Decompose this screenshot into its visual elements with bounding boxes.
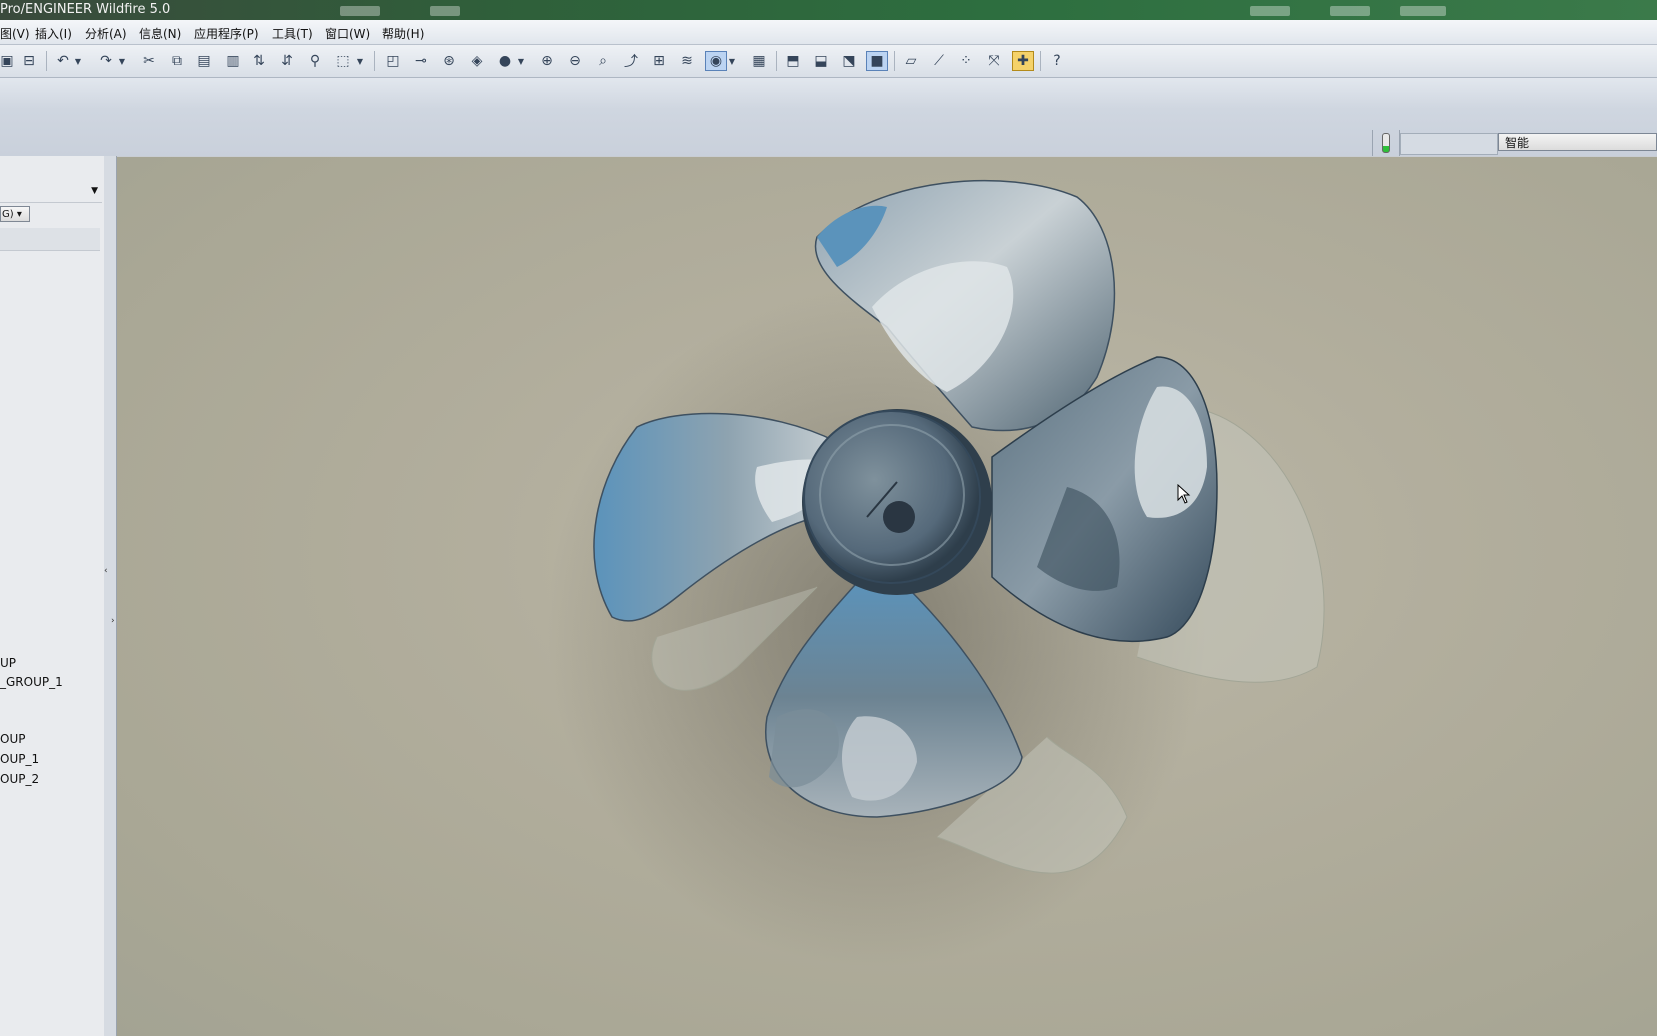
copy-icon[interactable]: ⧉	[166, 51, 188, 71]
toolbar-separator	[776, 51, 777, 71]
tree-item[interactable]: OUP_1	[0, 752, 39, 766]
select-box-icon[interactable]: ⬚	[332, 51, 354, 71]
no-hidden-icon[interactable]: ⬔	[838, 51, 860, 71]
fan-model-render	[547, 179, 1325, 967]
datum-display-icon[interactable]: ◰	[382, 51, 404, 71]
reorient-icon[interactable]: ⤴	[620, 51, 642, 71]
model-tree-header[interactable]: ▼	[0, 184, 102, 203]
menu-window[interactable]: 窗口(W)	[325, 25, 370, 42]
model-tree-toolbar	[0, 228, 100, 251]
toolbar-separator	[46, 51, 47, 71]
menu-insert[interactable]: 插入(I)	[35, 25, 72, 42]
selection-buffer	[1400, 133, 1498, 155]
tree-item[interactable]: _GROUP_1	[0, 675, 63, 689]
open-icon[interactable]: ▣	[0, 51, 18, 71]
find-icon[interactable]: ⚲	[304, 51, 326, 71]
regenerate-icon[interactable]: ⇅	[248, 51, 270, 71]
expand-right-icon[interactable]: ›	[111, 616, 115, 626]
redo-dropdown-icon[interactable]: ▼	[116, 51, 128, 71]
spin-center-icon[interactable]: ✚	[1012, 51, 1034, 71]
taskbar-decoration	[340, 6, 380, 16]
menu-applications[interactable]: 应用程序(P)	[194, 25, 259, 42]
appearance-icon[interactable]: ◉	[705, 51, 727, 71]
paste-icon[interactable]: ▤	[193, 51, 215, 71]
main-toolbar: ▣ ⊟ ↶ ▼ ↷ ▼ ✂ ⧉ ▤ ▥ ⇅ ⇵ ⚲ ⬚ ▼ ◰ ⊸ ⊛ ◈ ● …	[0, 45, 1657, 78]
hidden-line-icon[interactable]: ⬓	[810, 51, 832, 71]
tree-item[interactable]: OUP_2	[0, 772, 39, 786]
model-tree-panel: ▼ G) ▾ UP _GROUP_1 OUP OUP_1 OUP_2	[0, 156, 105, 1036]
axis-display-icon[interactable]: ⟋	[928, 51, 950, 71]
redo-icon[interactable]: ↷	[95, 51, 117, 71]
save-icon[interactable]: ⊟	[18, 51, 40, 71]
model-tree-settings-combo[interactable]: G) ▾	[0, 206, 30, 222]
model-display-icon[interactable]: ▦	[748, 51, 770, 71]
tree-item[interactable]: UP	[0, 656, 16, 670]
shading-dropdown-icon[interactable]: ▼	[515, 51, 527, 71]
status-indicator	[1372, 130, 1400, 156]
taskbar-decoration	[1330, 6, 1370, 16]
refit-icon[interactable]: ⌕	[592, 51, 614, 71]
collapse-left-icon[interactable]: ‹	[104, 566, 108, 576]
menu-view[interactable]: 图(V)	[0, 25, 30, 42]
csys-display-icon[interactable]: ⤧	[983, 51, 1005, 71]
traffic-light-icon	[1382, 133, 1390, 153]
regen-manager-icon[interactable]: ⇵	[276, 51, 298, 71]
point-display-icon[interactable]: ⁘	[955, 51, 977, 71]
datum-point-icon[interactable]: ⊸	[410, 51, 432, 71]
zoom-out-icon[interactable]: ⊖	[564, 51, 586, 71]
graphics-window[interactable]	[117, 157, 1657, 1036]
zoom-in-icon[interactable]: ⊕	[536, 51, 558, 71]
tree-item[interactable]: OUP	[0, 732, 25, 746]
combo-label: G)	[2, 209, 14, 220]
layers-icon[interactable]: ≋	[676, 51, 698, 71]
context-help-icon[interactable]: ?	[1046, 51, 1068, 71]
chevron-down-icon[interactable]: ▼	[91, 186, 98, 196]
cut-icon[interactable]: ✂	[138, 51, 160, 71]
window-title: Pro/ENGINEER Wildfire 5.0	[0, 2, 171, 17]
selection-filter-select[interactable]: 智能	[1498, 133, 1657, 151]
select-dropdown-icon[interactable]: ▼	[354, 51, 366, 71]
toolbar-separator	[894, 51, 895, 71]
undo-icon[interactable]: ↶	[52, 51, 74, 71]
saved-views-icon[interactable]: ⊞	[648, 51, 670, 71]
taskbar-decoration	[1250, 6, 1290, 16]
shaded-icon[interactable]: ■	[866, 51, 888, 71]
wireframe-icon[interactable]: ⬒	[782, 51, 804, 71]
menu-bar: 图(V) 插入(I) 分析(A) 信息(N) 应用程序(P) 工具(T) 窗口(…	[0, 20, 1657, 45]
shading-icon[interactable]: ●	[494, 51, 516, 71]
menu-tools[interactable]: 工具(T)	[272, 25, 313, 42]
menu-help[interactable]: 帮助(H)	[382, 25, 424, 42]
menu-analysis[interactable]: 分析(A)	[85, 25, 127, 42]
title-bar: Pro/ENGINEER Wildfire 5.0	[0, 0, 1657, 20]
toolbar-separator	[374, 51, 375, 71]
toolbar-separator	[1040, 51, 1041, 71]
undo-dropdown-icon[interactable]: ▼	[72, 51, 84, 71]
taskbar-decoration	[430, 6, 460, 16]
appearance-dropdown-icon[interactable]: ▼	[726, 51, 738, 71]
datum-csys-icon[interactable]: ⊛	[438, 51, 460, 71]
plane-display-icon[interactable]: ⏥	[900, 51, 922, 71]
datum-plane-icon[interactable]: ◈	[466, 51, 488, 71]
paste-special-icon[interactable]: ▥	[222, 51, 244, 71]
panel-splitter[interactable]: ‹ ›	[104, 156, 117, 1036]
menu-info[interactable]: 信息(N)	[139, 25, 181, 42]
taskbar-decoration	[1400, 6, 1446, 16]
